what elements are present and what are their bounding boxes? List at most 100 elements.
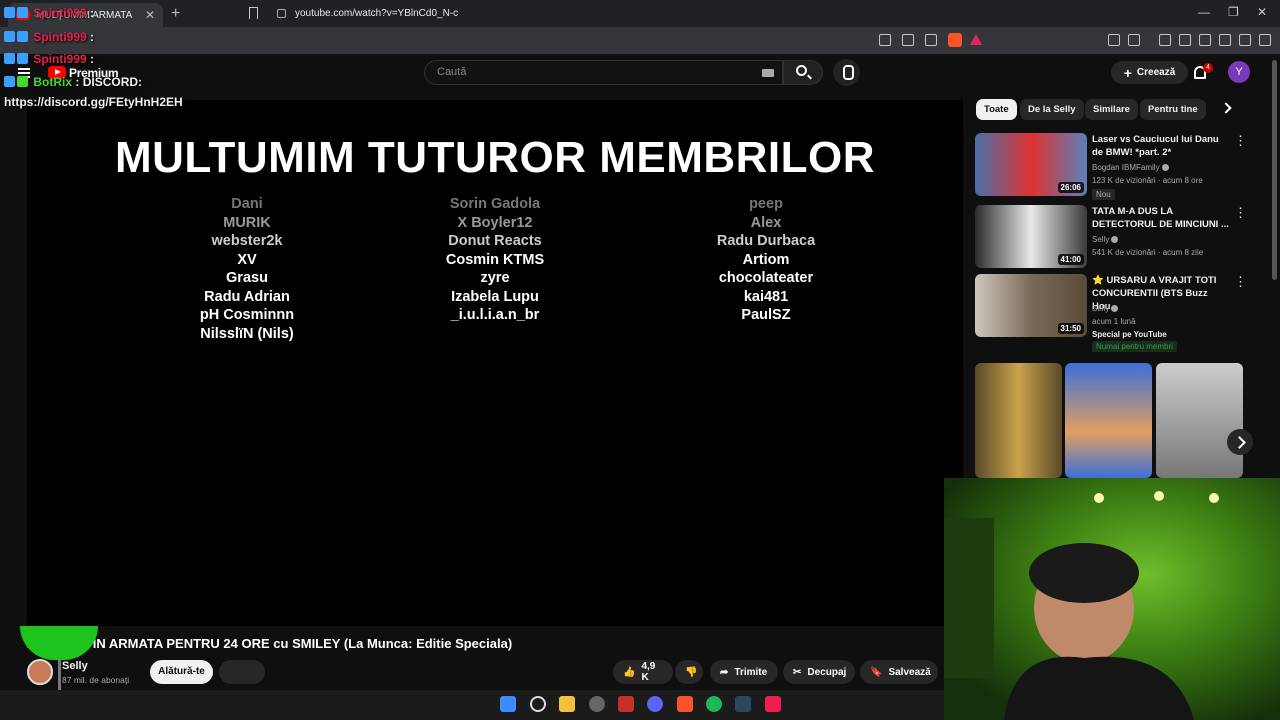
brave-shields-icon[interactable]: [948, 33, 962, 47]
share-label: Trimite: [734, 666, 768, 678]
share-page-icon[interactable]: [925, 34, 937, 46]
bookmark-icon[interactable]: [249, 7, 258, 19]
notification-count-badge: 4: [1203, 63, 1213, 73]
search-button[interactable]: [783, 60, 823, 85]
chat-badge-icon: [17, 7, 28, 18]
wallet-icon[interactable]: [1199, 34, 1211, 46]
sidebar-icon[interactable]: [1179, 34, 1191, 46]
leo-ai-icon[interactable]: [1219, 34, 1231, 46]
chrome-icon[interactable]: [589, 696, 605, 712]
cocktail-glass-icon: [20, 626, 98, 660]
channel-avatar[interactable]: [27, 659, 53, 685]
recommendation-channel[interactable]: Selly: [1092, 235, 1119, 244]
thumbs-up-icon: 👍: [623, 666, 636, 678]
tab-close-icon[interactable]: ✕: [145, 8, 155, 22]
short-thumbnail[interactable]: [1065, 363, 1152, 478]
chat-message: Spinti999 :: [4, 30, 94, 44]
chat-badge-icon: [17, 53, 28, 64]
keyboard-icon[interactable]: [762, 69, 774, 77]
video-thumbnail[interactable]: 26:06: [975, 133, 1087, 196]
more-options-icon[interactable]: [1234, 205, 1247, 221]
credit-name: Radu Adrian: [204, 288, 290, 305]
video-thumbnail[interactable]: 41:00: [975, 205, 1087, 268]
credit-name: Cosmin KTMS: [445, 251, 545, 268]
channel-name[interactable]: Selly: [62, 660, 88, 672]
spotify-icon[interactable]: [706, 696, 722, 712]
cast-icon[interactable]: [902, 34, 914, 46]
recommendation-item[interactable]: 26:06 Laser vs Cauciucul lui Danu de BMW…: [975, 133, 1247, 201]
chip-from-selly[interactable]: De la Selly: [1020, 99, 1084, 120]
shorts-next-button[interactable]: [1227, 429, 1253, 455]
credit-name: zyre: [480, 270, 510, 286]
credits-column-1: Dani MURIK webster2k XV Grasu Radu Adria…: [117, 195, 377, 343]
chat-username: Spinti999: [33, 30, 87, 44]
subscriber-count: 87 mil. de abonați: [62, 675, 130, 685]
close-window-button[interactable]: ✕: [1257, 5, 1267, 19]
sidebar-scrollbar[interactable]: [1272, 60, 1277, 280]
recommendation-channel[interactable]: Selly: [1092, 304, 1119, 313]
extensions-icon[interactable]: [1108, 34, 1120, 46]
account-avatar[interactable]: Y: [1228, 61, 1250, 83]
chip-all[interactable]: Toate: [976, 99, 1017, 120]
dislike-button[interactable]: 👎: [675, 660, 703, 684]
brave-browser-icon[interactable]: [677, 696, 693, 712]
media-player-icon[interactable]: [618, 696, 634, 712]
credit-name: XV: [237, 251, 257, 268]
recommendation-title[interactable]: TATA M-A DUS LA DETECTORUL DE MINCIUNI .…: [1092, 205, 1229, 231]
media-icon[interactable]: [1159, 34, 1171, 46]
steam-icon[interactable]: [735, 696, 751, 712]
join-button[interactable]: Alătură-te: [150, 660, 213, 684]
like-button[interactable]: 👍 4,9 K: [613, 660, 673, 684]
file-explorer-icon[interactable]: [559, 696, 575, 712]
create-button[interactable]: + Creează: [1111, 61, 1188, 84]
credit-name: Artiom: [742, 251, 790, 268]
credit-name: chocolateater: [718, 270, 814, 286]
search-input[interactable]: Caută: [424, 60, 783, 85]
translate-icon[interactable]: [879, 34, 891, 46]
new-badge: Nou: [1092, 189, 1115, 200]
save-button[interactable]: 🔖 Salvează: [860, 660, 938, 684]
chip-for-you[interactable]: Pentru tine: [1140, 99, 1206, 120]
minimize-button[interactable]: —: [1198, 5, 1210, 19]
discord-icon[interactable]: [647, 696, 663, 712]
chat-username: Spinti999: [33, 52, 87, 66]
vpn-icon[interactable]: [1239, 34, 1251, 46]
webcam-overlay: [944, 478, 1280, 720]
short-thumbnail[interactable]: [975, 363, 1062, 478]
brave-rewards-icon[interactable]: [970, 34, 982, 45]
chat-separator: :: [90, 6, 95, 20]
voice-search-button[interactable]: [833, 59, 860, 86]
menu-icon[interactable]: [1259, 34, 1271, 46]
more-options-icon[interactable]: [1234, 274, 1247, 290]
recommendation-title[interactable]: Laser vs Cauciucul lui Danu de BMW! *par…: [1092, 133, 1229, 159]
chevron-right-icon[interactable]: [1220, 102, 1232, 114]
windows-start-icon[interactable]: [500, 696, 516, 712]
chat-badge-icon: [17, 76, 28, 87]
plus-icon: +: [1123, 64, 1132, 81]
recommendation-item[interactable]: 41:00 TATA M-A DUS LA DETECTORUL DE MINC…: [975, 205, 1247, 273]
subscription-bell-button[interactable]: [219, 660, 265, 684]
maximize-button[interactable]: ❐: [1228, 5, 1239, 19]
more-options-icon[interactable]: [1234, 133, 1247, 149]
site-info-icon[interactable]: [277, 9, 286, 18]
new-tab-button[interactable]: +: [171, 5, 180, 23]
chat-message: Spinti999 :: [4, 6, 94, 20]
address-bar[interactable]: youtube.com/watch?v=YBlnCd0_N-c: [267, 3, 989, 24]
short-thumbnail[interactable]: [1156, 363, 1243, 478]
clip-button[interactable]: ✂ Decupaj: [783, 660, 855, 684]
screenshot-icon[interactable]: [1128, 34, 1140, 46]
url-text: youtube.com/watch?v=YBlnCd0_N-c: [295, 8, 459, 19]
credit-name: Donut Reacts: [448, 233, 542, 249]
search-taskbar-icon[interactable]: [530, 696, 546, 712]
credit-name: _i.u.l.i.a.n_br: [450, 307, 540, 323]
chat-username: Spinti999: [33, 6, 87, 20]
credit-name: webster2k: [211, 233, 283, 249]
video-duration: 41:00: [1057, 254, 1084, 265]
share-button[interactable]: ➦ Trimite: [710, 660, 778, 684]
recommendation-item[interactable]: 31:50 ⭐ URSARU A VRAJIT TOTI CONCURENTII…: [975, 274, 1247, 354]
tiktok-icon[interactable]: [765, 696, 781, 712]
streamer-camera-image: [944, 491, 1219, 720]
video-thumbnail[interactable]: 31:50: [975, 274, 1087, 337]
recommendation-channel[interactable]: Bogdan IBMFamily: [1092, 163, 1169, 172]
chip-related[interactable]: Similare: [1085, 99, 1138, 120]
